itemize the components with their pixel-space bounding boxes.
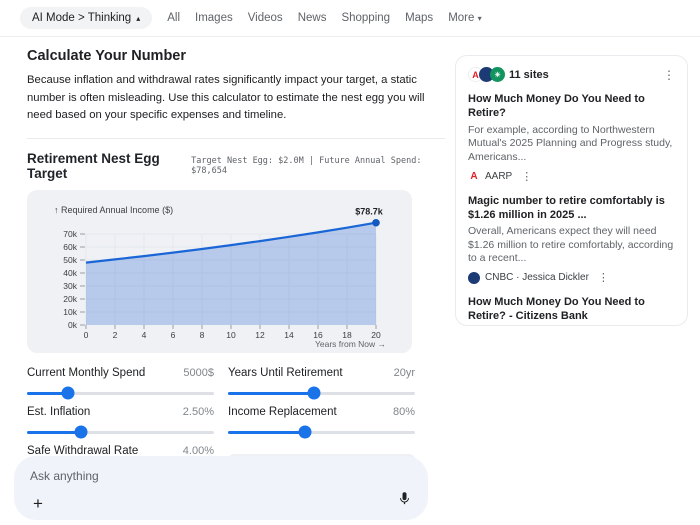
svg-text:10: 10 <box>226 330 236 340</box>
slider-est-inflation: Est. Inflation 2.50% <box>27 406 214 434</box>
svg-text:60k: 60k <box>63 242 77 252</box>
slider-label: Est. Inflation <box>27 406 90 418</box>
slider-label: Income Replacement <box>228 406 337 418</box>
svg-text:30k: 30k <box>63 281 77 291</box>
svg-text:6: 6 <box>171 330 176 340</box>
slider-track[interactable] <box>228 431 415 434</box>
svg-text:70k: 70k <box>63 229 77 239</box>
slider-track[interactable] <box>27 431 214 434</box>
svg-text:8: 8 <box>200 330 205 340</box>
slider-track[interactable] <box>27 392 214 395</box>
svg-text:10k: 10k <box>63 307 77 317</box>
svg-text:40k: 40k <box>63 268 77 278</box>
ask-anything-input[interactable] <box>30 469 393 483</box>
slider-label: Years Until Retirement <box>228 367 343 379</box>
tab-images[interactable]: Images <box>195 12 233 24</box>
slider-label: Safe Withdrawal Rate <box>27 445 138 457</box>
cnbc-favicon <box>468 272 480 284</box>
tab-maps[interactable]: Maps <box>405 12 433 24</box>
sources-card: A ✳ 11 sites ⋮ How Much Money Do You Nee… <box>455 55 688 326</box>
svg-text:4: 4 <box>142 330 147 340</box>
svg-text:20k: 20k <box>63 294 77 304</box>
svg-text:14: 14 <box>284 330 294 340</box>
svg-text:0: 0 <box>84 330 89 340</box>
tab-more-label: More <box>448 12 474 24</box>
source-name: CNBC · Jessica Dickler <box>485 272 589 283</box>
source-item[interactable]: How Much Money Do You Need to Retire? - … <box>468 295 675 326</box>
citizens-bank-favicon: ✳ <box>490 67 505 82</box>
sites-count: 11 sites <box>509 69 549 81</box>
source-title[interactable]: How Much Money Do You Need to Retire? <box>468 92 675 121</box>
slider-years-until-retirement: Years Until Retirement 20yr <box>228 367 415 395</box>
source-title[interactable]: Magic number to retire comfortably is $1… <box>468 194 675 223</box>
svg-text:2: 2 <box>113 330 118 340</box>
aarp-favicon: A <box>468 170 480 182</box>
more-options-icon[interactable]: ⋮ <box>521 170 532 183</box>
svg-text:50k: 50k <box>63 255 77 265</box>
ai-mode-chip-label: AI Mode > Thinking <box>32 12 131 24</box>
more-options-icon[interactable]: ⋮ <box>598 271 609 284</box>
svg-text:0k: 0k <box>68 320 78 330</box>
slider-track[interactable] <box>228 392 415 395</box>
slider-thumb[interactable] <box>308 387 321 400</box>
tab-more[interactable]: More ▾ <box>448 12 481 24</box>
area-chart-canvas: 024681012141618200k10k20k30k40k50k60k70k… <box>27 190 412 353</box>
search-nav-bar: AI Mode > Thinking ▴ All Images Videos N… <box>0 0 700 37</box>
tab-videos[interactable]: Videos <box>248 12 283 24</box>
more-options-icon[interactable]: ⋮ <box>663 69 675 81</box>
sources-sidebar: A ✳ 11 sites ⋮ How Much Money Do You Nee… <box>455 55 688 326</box>
section-divider <box>27 138 445 139</box>
microphone-icon[interactable] <box>397 491 412 511</box>
slider-value: 4.00% <box>183 445 214 457</box>
slider-value: 80% <box>393 406 415 418</box>
svg-text:$78.7k: $78.7k <box>355 206 384 216</box>
slider-thumb[interactable] <box>75 426 88 439</box>
chevron-down-icon: ▾ <box>478 14 482 23</box>
source-item[interactable]: Magic number to retire comfortably is $1… <box>468 194 675 285</box>
slider-label: Current Monthly Spend <box>27 367 145 379</box>
slider-thumb[interactable] <box>62 387 75 400</box>
ai-mode-chip[interactable]: AI Mode > Thinking ▴ <box>20 7 152 29</box>
section-heading: Calculate Your Number <box>27 48 445 64</box>
calculator-status-readout: Target Nest Egg: $2.0M | Future Annual S… <box>191 156 443 176</box>
source-title[interactable]: How Much Money Do You Need to Retire? - … <box>468 295 675 324</box>
svg-text:Years from Now →: Years from Now → <box>315 339 386 349</box>
calculator-title: Retirement Nest Egg Target <box>27 151 191 181</box>
answer-paragraph: Because inflation and withdrawal rates s… <box>27 72 445 125</box>
slider-thumb[interactable] <box>298 426 311 439</box>
ask-anything-bar[interactable]: + <box>14 456 428 520</box>
slider-income-replacement: Income Replacement 80% <box>228 406 415 434</box>
source-item[interactable]: How Much Money Do You Need to Retire? Fo… <box>468 92 675 183</box>
source-name: AARP <box>485 171 512 182</box>
slider-value: 2.50% <box>183 406 214 418</box>
tab-shopping[interactable]: Shopping <box>341 12 390 24</box>
slider-value: 20yr <box>394 367 415 379</box>
svg-text:12: 12 <box>255 330 265 340</box>
source-snippet: Overall, Americans expect they will need… <box>468 225 675 266</box>
slider-value: 5000$ <box>183 367 214 379</box>
tab-news[interactable]: News <box>298 12 327 24</box>
ai-answer-column: Calculate Your Number Because inflation … <box>27 37 445 475</box>
retirement-chart: ↑ Required Annual Income ($) 02468101214… <box>27 190 412 353</box>
plus-icon[interactable]: + <box>33 495 43 512</box>
source-favicon-stack: A ✳ <box>468 67 501 82</box>
tab-all[interactable]: All <box>167 12 180 24</box>
chevron-up-icon: ▴ <box>136 14 140 23</box>
slider-current-monthly-spend: Current Monthly Spend 5000$ <box>27 367 214 395</box>
source-snippet: For example, according to Northwestern M… <box>468 124 675 165</box>
